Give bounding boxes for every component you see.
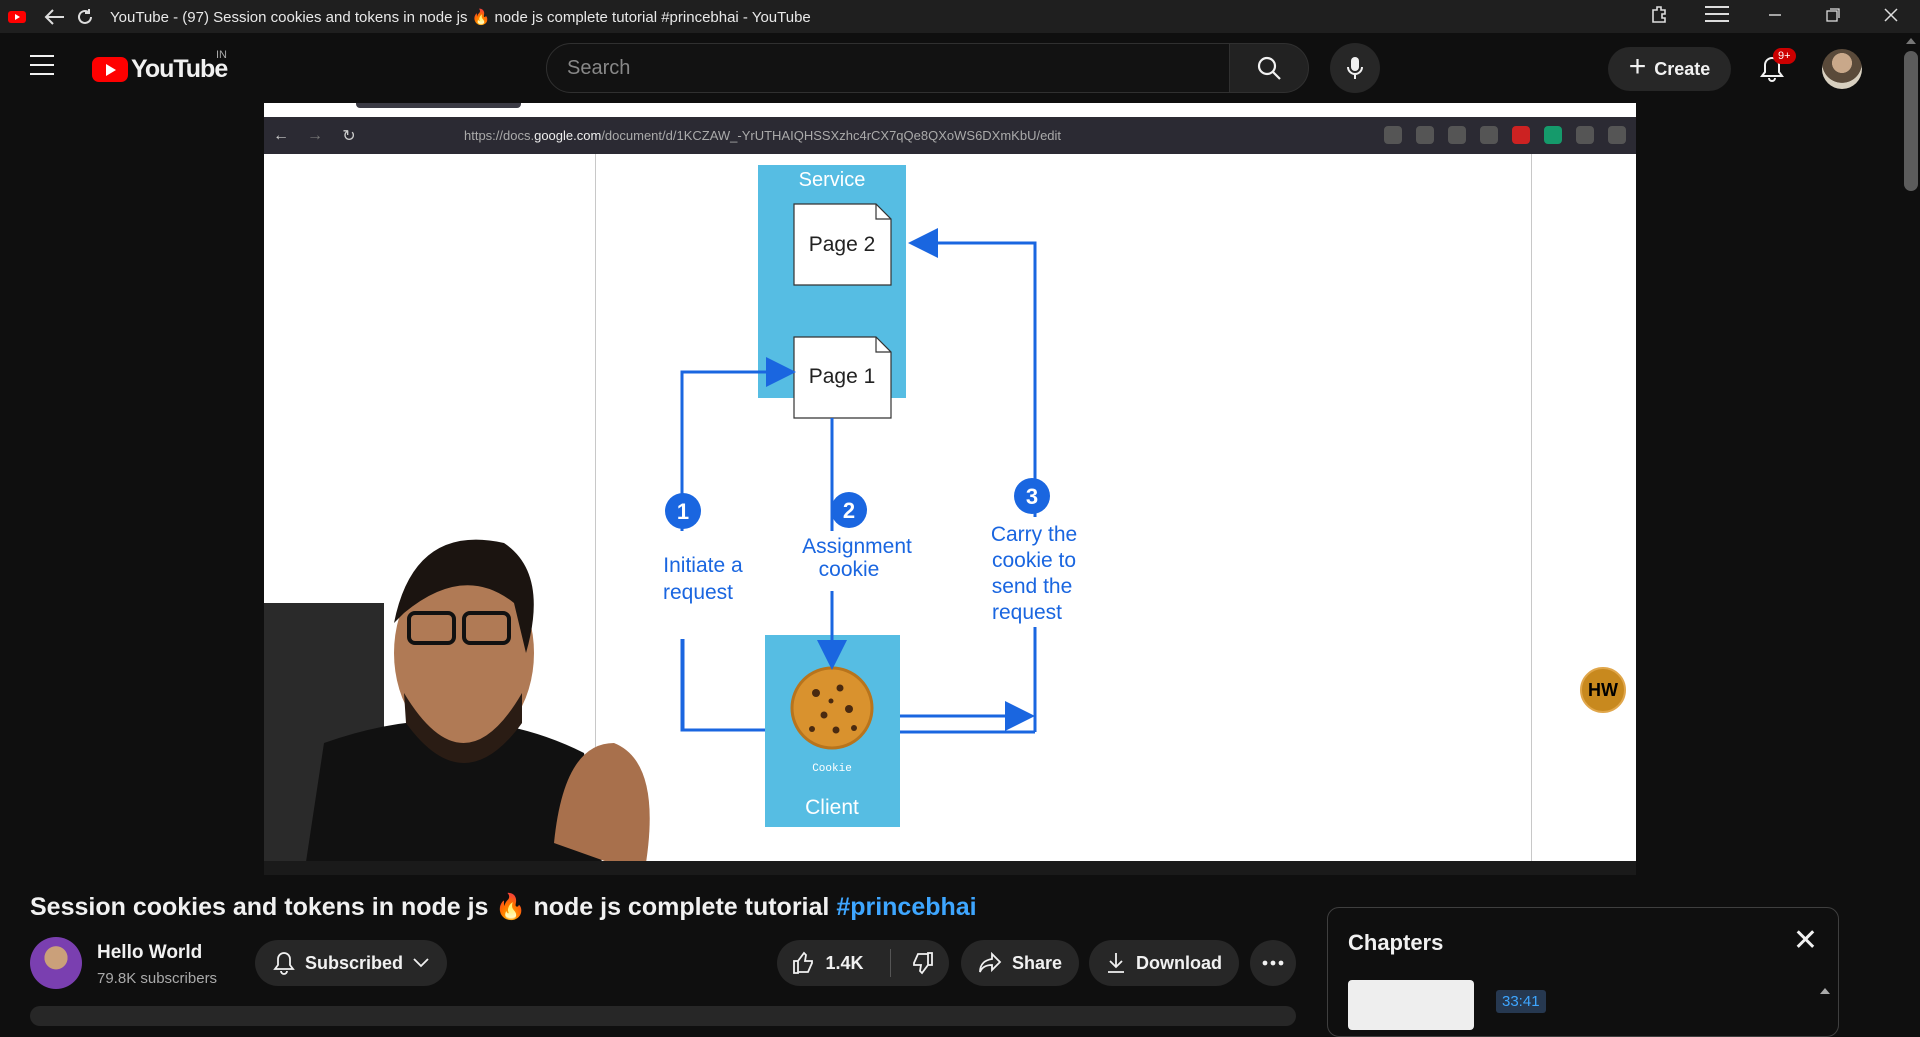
- restore-icon[interactable]: [1804, 6, 1862, 27]
- scrollbar-thumb[interactable]: [1904, 51, 1918, 191]
- youtube-play-icon: [92, 57, 128, 82]
- step3-number: 3: [1026, 484, 1038, 509]
- chapter-thumbnail[interactable]: [1348, 980, 1474, 1030]
- video-player[interactable]: ← → ↻ https://docs.google.com/document/d…: [264, 103, 1636, 875]
- share-label: Share: [1011, 952, 1063, 973]
- back-arrow-icon[interactable]: [40, 0, 70, 33]
- guide-menu-icon[interactable]: [30, 55, 54, 75]
- like-count: 1.4K: [825, 952, 864, 973]
- scroll-up-icon[interactable]: [1906, 38, 1916, 44]
- window-title: YouTube - (97) Session cookies and token…: [110, 8, 811, 26]
- voice-search-button[interactable]: [1330, 43, 1380, 93]
- share-icon: [979, 952, 1002, 973]
- window-titlebar: YouTube - (97) Session cookies and token…: [0, 0, 1920, 33]
- step3-text-1: Carry the: [991, 523, 1077, 546]
- search-input[interactable]: [547, 44, 1229, 92]
- account-avatar[interactable]: [1822, 49, 1862, 89]
- search-icon: [1257, 56, 1281, 80]
- window-controls: [1630, 0, 1920, 33]
- thumbs-down-icon: [912, 952, 933, 975]
- bell-icon: [273, 952, 295, 975]
- recorded-taskbar-strip: [264, 861, 1636, 875]
- create-button[interactable]: + Create: [1608, 47, 1731, 91]
- notification-badge: 9+: [1773, 48, 1796, 64]
- step2-number: 2: [843, 498, 855, 523]
- channel-avatar[interactable]: [30, 937, 82, 989]
- more-actions-button[interactable]: [1250, 940, 1296, 986]
- video-hashtag-link[interactable]: #princebhai: [836, 893, 976, 921]
- download-button[interactable]: Download: [1089, 940, 1239, 986]
- search-box: [546, 43, 1230, 93]
- country-code: IN: [216, 49, 227, 61]
- chevron-down-icon: [413, 958, 429, 968]
- dislike-button[interactable]: [911, 951, 935, 975]
- page2-label: Page 2: [809, 233, 876, 256]
- download-icon: [1108, 953, 1124, 973]
- chapters-scroll-up-icon[interactable]: [1820, 988, 1830, 994]
- reload-icon[interactable]: [70, 0, 100, 33]
- create-label: Create: [1654, 58, 1711, 79]
- chapters-title: Chapters: [1348, 930, 1444, 955]
- chapters-panel: Chapters ✕ 33:41: [1327, 907, 1839, 1037]
- browser-menu-icon[interactable]: [1688, 5, 1746, 28]
- extensions-icon[interactable]: [1630, 4, 1688, 29]
- description-box[interactable]: [30, 1006, 1296, 1026]
- close-window-icon[interactable]: [1862, 6, 1920, 27]
- more-horizontal-icon: [1262, 960, 1284, 966]
- youtube-favicon-icon: [8, 10, 26, 23]
- step1-text-2: request: [663, 581, 733, 604]
- cookie-image: [790, 666, 874, 750]
- step2-text-2: cookie: [819, 558, 880, 581]
- subscribed-label: Subscribed: [304, 952, 404, 973]
- page1-label: Page 1: [809, 365, 876, 388]
- thumbs-up-icon: [793, 951, 814, 974]
- chapter-timestamp[interactable]: 33:41: [1496, 990, 1546, 1013]
- cookie-label: Cookie: [812, 763, 852, 775]
- channel-watermark-logo[interactable]: HW: [1580, 667, 1626, 713]
- logo-text: YouTube: [131, 55, 228, 83]
- youtube-masthead: YouTube IN + Create 9+: [0, 33, 1920, 103]
- close-icon[interactable]: ✕: [1793, 926, 1818, 956]
- step1-number: 1: [677, 499, 689, 524]
- step1-text-1: Initiate a: [663, 554, 743, 577]
- download-label: Download: [1136, 952, 1222, 973]
- channel-subscriber-count: 79.8K subscribers: [97, 970, 218, 987]
- notifications-button[interactable]: 9+: [1750, 47, 1796, 91]
- search-button[interactable]: [1229, 43, 1309, 93]
- youtube-logo[interactable]: YouTube IN: [92, 49, 228, 84]
- step3-text-2: cookie to: [992, 549, 1076, 572]
- page-scrollbar[interactable]: [1902, 33, 1920, 1020]
- subscribed-button[interactable]: Subscribed: [255, 940, 447, 986]
- minimize-icon[interactable]: [1746, 6, 1804, 27]
- video-title-text: Session cookies and tokens in node js 🔥 …: [30, 893, 830, 921]
- channel-name[interactable]: Hello World: [97, 942, 202, 964]
- video-title: Session cookies and tokens in node js 🔥 …: [30, 893, 977, 922]
- like-dislike-group: 1.4K: [777, 940, 949, 986]
- step2-text-1: Assignment: [802, 535, 912, 558]
- presenter-webcam-overlay: [264, 539, 650, 875]
- share-button[interactable]: Share: [961, 940, 1079, 986]
- step3-text-3: send the: [992, 575, 1073, 598]
- microphone-icon: [1347, 57, 1363, 79]
- like-button[interactable]: 1.4K: [791, 951, 864, 975]
- step3-text-4: request: [992, 601, 1062, 624]
- plus-icon: +: [1628, 50, 1647, 83]
- client-label: Client: [805, 796, 859, 819]
- service-label: Service: [799, 169, 866, 191]
